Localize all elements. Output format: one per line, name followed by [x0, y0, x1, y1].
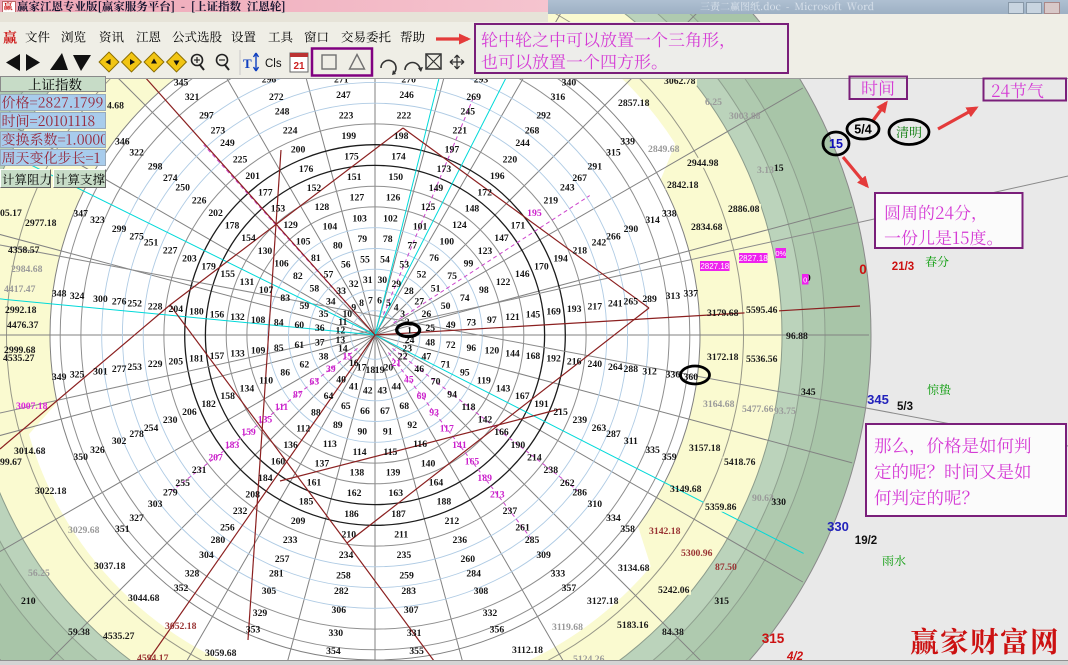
svg-text:19/2: 19/2 [855, 535, 877, 547]
svg-text:15: 15 [829, 137, 843, 151]
svg-text:0: 0 [859, 262, 867, 277]
svg-text:5/4: 5/4 [854, 123, 871, 137]
svg-text:5/3: 5/3 [897, 401, 913, 413]
svg-text:345: 345 [867, 392, 889, 407]
svg-text:21/3: 21/3 [892, 261, 914, 273]
svg-text:315: 315 [762, 631, 785, 646]
svg-text:330: 330 [827, 519, 849, 534]
svg-text:4/2: 4/2 [786, 651, 804, 663]
